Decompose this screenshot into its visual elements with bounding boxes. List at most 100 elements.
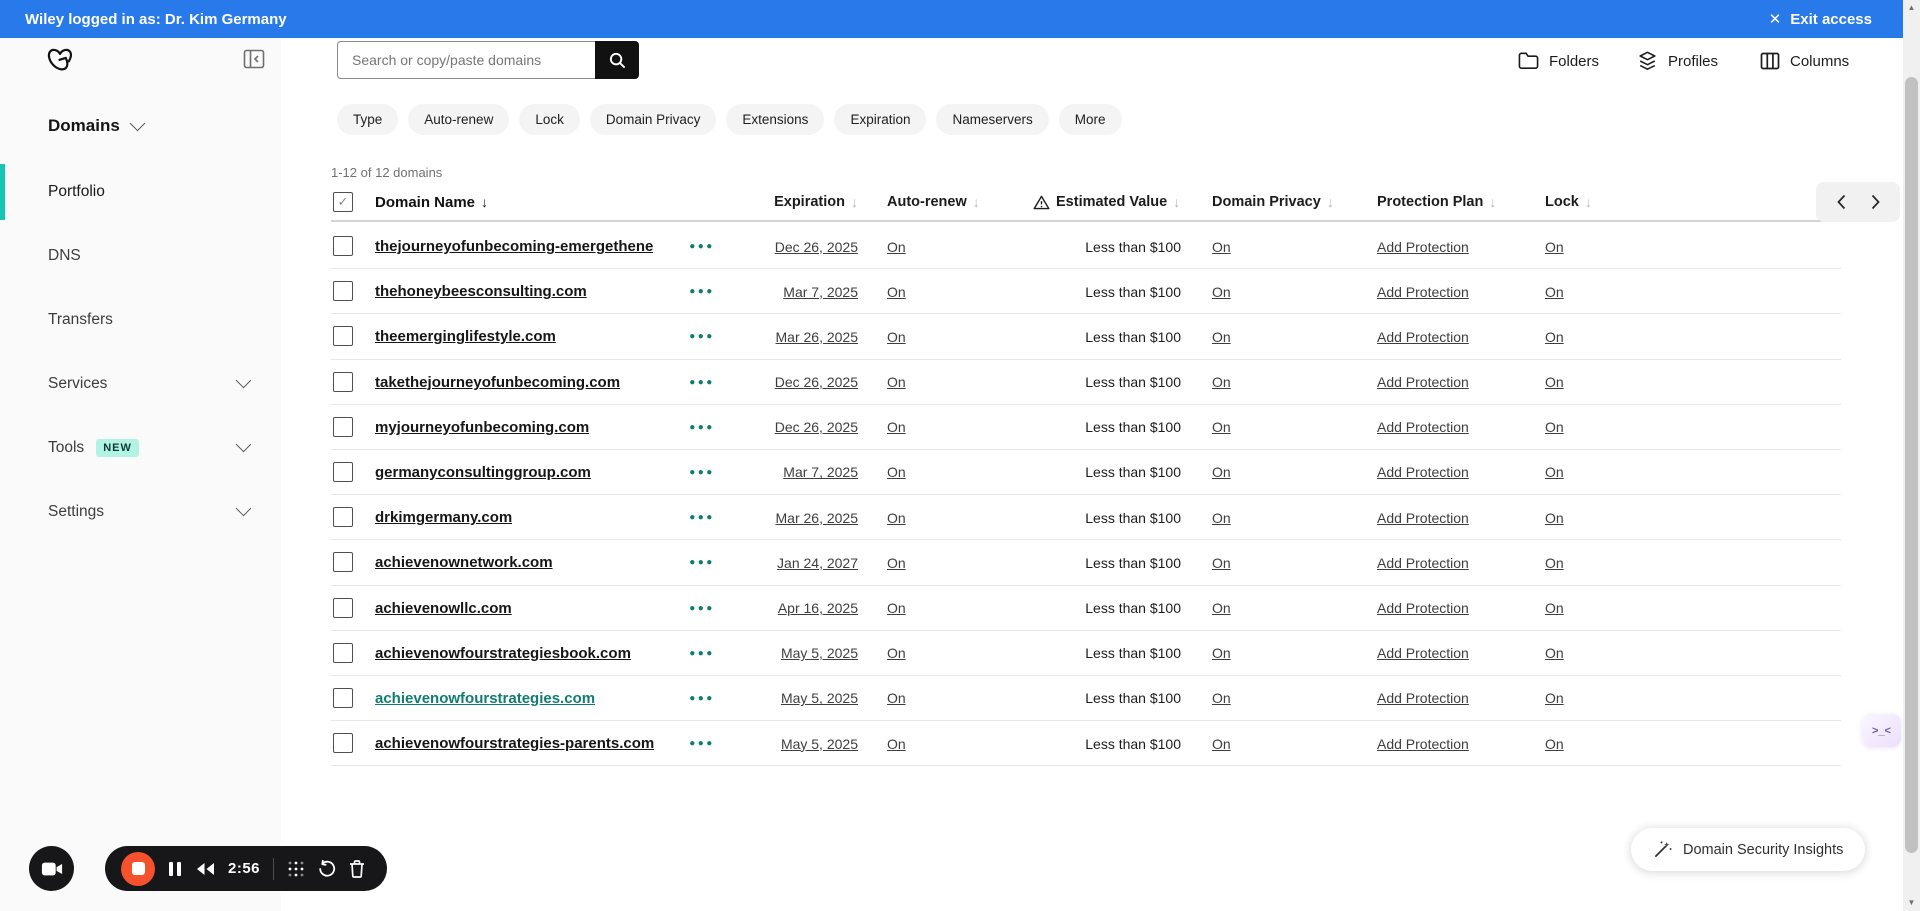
delete-recording-button[interactable] <box>349 859 365 878</box>
column-header-lock[interactable]: Lock ↓ <box>1545 184 1592 220</box>
search-input[interactable] <box>337 41 595 79</box>
domain-privacy-link[interactable]: On <box>1212 284 1231 300</box>
column-header-estimated-value[interactable]: Estimated Value ↓ <box>1033 184 1180 220</box>
filter-chip-auto-renew[interactable]: Auto-renew <box>408 104 510 135</box>
more-options-icon[interactable]: ●●● <box>687 586 717 631</box>
row-checkbox[interactable] <box>333 371 353 392</box>
domain-privacy-link[interactable]: On <box>1212 464 1231 480</box>
lock-link[interactable]: On <box>1545 600 1564 616</box>
lock-link[interactable]: On <box>1545 510 1564 526</box>
more-options-icon[interactable]: ●●● <box>687 360 717 405</box>
more-options-icon[interactable]: ●●● <box>687 631 717 676</box>
domain-link[interactable]: achievenowfourstrategiesbook.com <box>375 645 631 662</box>
pause-button[interactable] <box>168 861 182 877</box>
protection-plan-link[interactable]: Add Protection <box>1377 329 1469 345</box>
protection-plan-link[interactable]: Add Protection <box>1377 374 1469 390</box>
filter-chip-type[interactable]: Type <box>337 104 399 135</box>
protection-plan-link[interactable]: Add Protection <box>1377 645 1469 661</box>
domain-privacy-link[interactable]: On <box>1212 239 1231 255</box>
lock-link[interactable]: On <box>1545 645 1564 661</box>
expiration-link[interactable]: May 5, 2025 <box>781 736 858 752</box>
protection-plan-link[interactable]: Add Protection <box>1377 510 1469 526</box>
more-options-icon[interactable]: ●●● <box>687 676 717 721</box>
more-options-icon[interactable]: ●●● <box>687 224 717 269</box>
more-options-icon[interactable]: ●●● <box>687 314 717 359</box>
auto-renew-link[interactable]: On <box>887 464 906 480</box>
scroll-left-button[interactable] <box>1833 190 1849 214</box>
row-checkbox[interactable] <box>333 461 353 482</box>
column-header-domain-name[interactable]: Domain Name ↓ <box>375 184 488 220</box>
more-options-icon[interactable]: ●●● <box>687 721 717 766</box>
scrollbar-thumb[interactable] <box>1905 77 1918 853</box>
more-options-icon[interactable]: ●●● <box>687 405 717 450</box>
auto-renew-link[interactable]: On <box>887 645 906 661</box>
auto-renew-link[interactable]: On <box>887 690 906 706</box>
exit-access-button[interactable]: ✕ Exit access <box>1769 10 1920 29</box>
sidebar-item-settings[interactable]: Settings <box>0 484 281 540</box>
select-all-checkbox[interactable]: ✓ <box>333 192 353 212</box>
domain-privacy-link[interactable]: On <box>1212 690 1231 706</box>
auto-renew-link[interactable]: On <box>887 510 906 526</box>
auto-renew-link[interactable]: On <box>887 736 906 752</box>
sidebar-item-tools[interactable]: Tools NEW <box>0 420 281 476</box>
domain-link[interactable]: achievenowllc.com <box>375 600 512 617</box>
lock-link[interactable]: On <box>1545 464 1564 480</box>
lock-link[interactable]: On <box>1545 374 1564 390</box>
row-checkbox[interactable] <box>333 687 353 708</box>
auto-renew-link[interactable]: On <box>887 555 906 571</box>
row-checkbox[interactable] <box>333 281 353 302</box>
column-header-auto-renew[interactable]: Auto-renew ↓ <box>887 184 980 220</box>
blur-grid-button[interactable] <box>287 860 305 878</box>
stop-recording-button[interactable] <box>121 851 155 886</box>
row-checkbox[interactable] <box>333 597 353 618</box>
lock-link[interactable]: On <box>1545 329 1564 345</box>
domain-privacy-link[interactable]: On <box>1212 600 1231 616</box>
camera-button[interactable] <box>29 846 74 891</box>
scrollbar-up-icon[interactable]: ▲ <box>1903 0 1920 16</box>
scroll-right-button[interactable] <box>1867 190 1883 214</box>
protection-plan-link[interactable]: Add Protection <box>1377 419 1469 435</box>
domain-security-insights-button[interactable]: Domain Security Insights <box>1631 828 1866 871</box>
column-header-expiration[interactable]: Expiration ↓ <box>701 184 858 220</box>
auto-renew-link[interactable]: On <box>887 284 906 300</box>
more-options-icon[interactable]: ●●● <box>687 495 717 540</box>
row-checkbox[interactable] <box>333 236 353 256</box>
expiration-link[interactable]: Dec 26, 2025 <box>775 374 858 390</box>
column-header-domain-privacy[interactable]: Domain Privacy ↓ <box>1212 184 1334 220</box>
expiration-link[interactable]: Dec 26, 2025 <box>775 239 858 255</box>
domain-link[interactable]: thejourneyofunbecoming-emergethene <box>375 238 653 255</box>
filter-chip-nameservers[interactable]: Nameservers <box>936 104 1049 135</box>
row-checkbox[interactable] <box>333 733 353 754</box>
expiration-link[interactable]: May 5, 2025 <box>781 690 858 706</box>
filter-chip-domain-privacy[interactable]: Domain Privacy <box>589 104 717 135</box>
domain-link[interactable]: drkimgermany.com <box>375 509 512 526</box>
row-checkbox[interactable] <box>333 416 353 437</box>
row-checkbox[interactable] <box>333 552 353 573</box>
sidebar-item-services[interactable]: Services <box>0 356 281 412</box>
protection-plan-link[interactable]: Add Protection <box>1377 600 1469 616</box>
auto-renew-link[interactable]: On <box>887 329 906 345</box>
protection-plan-link[interactable]: Add Protection <box>1377 690 1469 706</box>
domain-privacy-link[interactable]: On <box>1212 374 1231 390</box>
filter-chip-extensions[interactable]: Extensions <box>726 104 825 135</box>
domain-link[interactable]: achievenowfourstrategies-parents.com <box>375 735 654 752</box>
assistant-widget[interactable]: >_< <box>1862 714 1901 747</box>
domain-privacy-link[interactable]: On <box>1212 645 1231 661</box>
expiration-link[interactable]: Dec 26, 2025 <box>775 419 858 435</box>
columns-button[interactable]: Columns <box>1760 48 1849 74</box>
lock-link[interactable]: On <box>1545 736 1564 752</box>
protection-plan-link[interactable]: Add Protection <box>1377 555 1469 571</box>
domain-link[interactable]: thehoneybeesconsulting.com <box>375 283 587 300</box>
domain-link[interactable]: takethejourneyofunbecoming.com <box>375 374 620 391</box>
row-checkbox[interactable] <box>333 642 353 663</box>
more-options-icon[interactable]: ●●● <box>687 450 717 495</box>
lock-link[interactable]: On <box>1545 690 1564 706</box>
search-button[interactable] <box>595 41 639 79</box>
domain-privacy-link[interactable]: On <box>1212 736 1231 752</box>
domain-link[interactable]: achievenownetwork.com <box>375 554 553 571</box>
filter-chip-more[interactable]: More <box>1058 104 1122 135</box>
protection-plan-link[interactable]: Add Protection <box>1377 736 1469 752</box>
domain-link[interactable]: germanyconsultinggroup.com <box>375 464 591 481</box>
expiration-link[interactable]: Mar 26, 2025 <box>776 510 859 526</box>
auto-renew-link[interactable]: On <box>887 239 906 255</box>
